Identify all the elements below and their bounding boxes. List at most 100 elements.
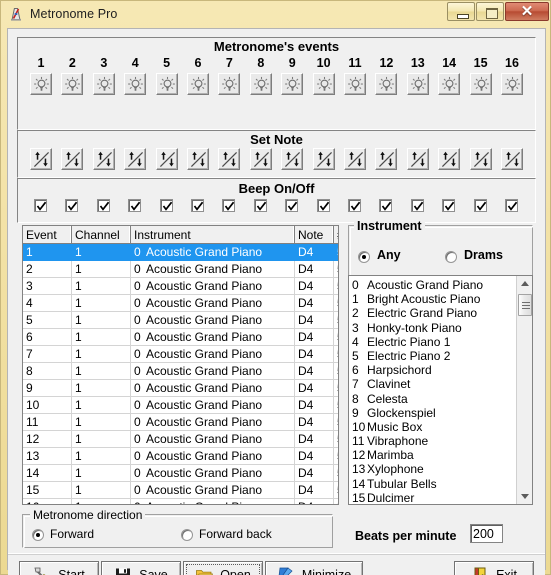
maximize-button[interactable] [476, 2, 504, 21]
table-row[interactable]: 1210Acoustic Grand PianoD450 [23, 430, 338, 448]
lightbulb-button-2[interactable] [61, 73, 84, 95]
table-row[interactable]: 910Acoustic Grand PianoD450 [23, 379, 338, 397]
column-header-instrument[interactable]: Instrument [130, 226, 295, 244]
radio-direction-forward-back[interactable] [181, 529, 193, 541]
beep-checkbox-1[interactable] [34, 199, 47, 212]
beep-checkbox-3[interactable] [96, 199, 110, 212]
lightbulb-button-6[interactable] [187, 73, 209, 95]
beep-checkbox-13[interactable] [410, 199, 424, 212]
table-row[interactable]: 1410Acoustic Grand PianoD450 [23, 464, 338, 482]
instrument-list-item[interactable]: 15 Dulcimer [349, 491, 532, 504]
events-grid[interactable]: Event Channel Instrument Note # 110Acous… [22, 225, 339, 505]
table-row[interactable]: 1110Acoustic Grand PianoD450 [23, 413, 338, 431]
lightbulb-button-13[interactable] [406, 73, 429, 95]
title-bar[interactable]: Metronome Pro ✕ [1, 1, 551, 26]
lightbulb-button-4[interactable] [124, 73, 147, 95]
table-row[interactable]: 1310Acoustic Grand PianoD450 [23, 447, 338, 465]
instrument-list-item[interactable]: 1 Bright Acoustic Piano [349, 292, 532, 306]
lightbulb-button-12[interactable] [375, 73, 398, 95]
instrument-list-item[interactable]: 5 Electric Piano 2 [349, 349, 532, 363]
set-note-button-2[interactable] [61, 148, 84, 170]
beep-checkbox-14[interactable] [442, 199, 456, 212]
instrument-list-item[interactable]: 7 Clavinet [349, 377, 532, 391]
set-note-button-15[interactable] [469, 148, 492, 170]
radio-instrument-drams[interactable] [445, 251, 457, 263]
table-row[interactable]: 410Acoustic Grand PianoD450 [23, 294, 338, 312]
lightbulb-button-11[interactable] [344, 73, 366, 95]
lightbulb-button-1[interactable] [30, 73, 52, 95]
lightbulb-button-10[interactable] [312, 73, 335, 95]
instrument-list-item[interactable]: 13 Xylophone [349, 462, 532, 476]
close-button[interactable]: ✕ [505, 2, 549, 21]
start-button[interactable]: Start [19, 561, 99, 575]
minimize-app-button[interactable]: Minimize [265, 561, 363, 575]
column-header-event[interactable]: Event [23, 226, 72, 244]
beep-checkbox-12[interactable] [379, 199, 393, 212]
table-row[interactable]: 1610Acoustic Grand PianoD450 [23, 498, 338, 504]
beep-checkbox-16[interactable] [505, 199, 518, 212]
save-button[interactable]: Save [101, 561, 181, 575]
instrument-list-item[interactable]: 11 Vibraphone [349, 434, 532, 448]
instrument-list-item[interactable]: 14 Tubular Bells [349, 477, 532, 491]
table-row[interactable]: 210Acoustic Grand PianoD450 [23, 260, 338, 278]
set-note-button-5[interactable] [155, 148, 178, 170]
bpm-input[interactable] [470, 524, 503, 543]
lightbulb-button-15[interactable] [469, 73, 492, 95]
set-note-button-14[interactable] [438, 148, 461, 170]
instrument-list-item[interactable]: 6 Harpsichord [349, 363, 532, 377]
instrument-list-item[interactable]: 8 Celesta [349, 392, 532, 406]
set-note-button-4[interactable] [124, 148, 147, 170]
beep-checkbox-10[interactable] [316, 199, 330, 212]
set-note-button-3[interactable] [92, 148, 115, 170]
beep-checkbox-4[interactable] [128, 199, 142, 212]
set-note-button-13[interactable] [406, 148, 429, 170]
beep-checkbox-2[interactable] [65, 199, 79, 212]
instrument-list-item[interactable]: 3 Honky-tonk Piano [349, 321, 532, 335]
set-note-button-11[interactable] [344, 148, 366, 170]
lightbulb-button-8[interactable] [249, 73, 272, 95]
radio-instrument-any[interactable] [358, 251, 370, 263]
instrument-list-item[interactable]: 9 Glockenspiel [349, 406, 532, 420]
instrument-list-item[interactable]: 10 Music Box [349, 420, 532, 434]
minimize-button[interactable] [447, 2, 475, 21]
set-note-button-6[interactable] [187, 148, 209, 170]
table-row[interactable]: 110Acoustic Grand PianoD450 [23, 243, 338, 261]
exit-button[interactable]: Exit [454, 561, 534, 575]
set-note-button-12[interactable] [375, 148, 398, 170]
table-row[interactable]: 1510Acoustic Grand PianoD450 [23, 481, 338, 499]
beep-checkbox-8[interactable] [253, 199, 267, 212]
table-row[interactable]: 310Acoustic Grand PianoD450 [23, 277, 338, 295]
table-row[interactable]: 810Acoustic Grand PianoD450 [23, 362, 338, 380]
column-header-note[interactable]: Note [294, 226, 334, 244]
column-header-hash[interactable]: # [333, 226, 338, 244]
instrument-list-item[interactable]: 0 Acoustic Grand Piano [349, 278, 532, 292]
radio-direction-forward[interactable] [32, 529, 44, 541]
table-row[interactable]: 1010Acoustic Grand PianoD450 [23, 396, 338, 414]
table-row[interactable]: 510Acoustic Grand PianoD450 [23, 311, 338, 329]
scrollbar-thumb[interactable] [518, 294, 532, 316]
set-note-button-7[interactable] [218, 148, 241, 170]
set-note-button-1[interactable] [30, 148, 52, 170]
set-note-button-8[interactable] [249, 148, 272, 170]
beep-checkbox-15[interactable] [473, 199, 487, 212]
table-row[interactable]: 610Acoustic Grand PianoD450 [23, 328, 338, 346]
lightbulb-button-9[interactable] [281, 73, 304, 95]
lightbulb-button-7[interactable] [218, 73, 241, 95]
instrument-list-item[interactable]: 2 Electric Grand Piano [349, 306, 532, 320]
scroll-down-arrow-icon[interactable] [517, 488, 532, 504]
beep-checkbox-9[interactable] [285, 199, 299, 212]
lightbulb-button-14[interactable] [438, 73, 461, 95]
instrument-list-item[interactable]: 4 Electric Piano 1 [349, 335, 532, 349]
column-header-channel[interactable]: Channel [71, 226, 131, 244]
scroll-up-arrow-icon[interactable] [517, 276, 532, 292]
lightbulb-button-16[interactable] [501, 73, 523, 95]
beep-checkbox-11[interactable] [348, 199, 361, 212]
open-button[interactable]: Open [183, 561, 263, 575]
instrument-list-item[interactable]: 12 Marimba [349, 448, 532, 462]
lightbulb-button-3[interactable] [92, 73, 115, 95]
table-row[interactable]: 710Acoustic Grand PianoD450 [23, 345, 338, 363]
set-note-button-16[interactable] [501, 148, 523, 170]
instrument-list-scrollbar[interactable] [516, 276, 532, 504]
set-note-button-9[interactable] [281, 148, 304, 170]
lightbulb-button-5[interactable] [155, 73, 178, 95]
